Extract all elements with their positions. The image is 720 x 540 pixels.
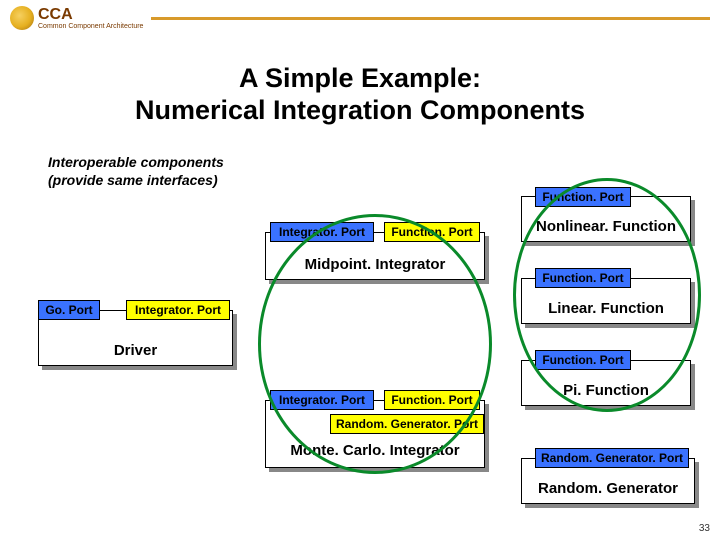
page-title: A Simple Example: Numerical Integration …: [0, 62, 720, 127]
port-integrator-montecarlo: Integrator. Port: [270, 390, 374, 410]
title-line-1: A Simple Example:: [0, 62, 720, 94]
intro-line-1: Interoperable components: [48, 153, 224, 171]
page-number: 33: [699, 523, 710, 534]
port-function-montecarlo: Function. Port: [384, 390, 480, 410]
port-function-nonlinear: Function. Port: [535, 187, 631, 207]
cca-logo-icon: [10, 6, 34, 30]
title-line-2: Numerical Integration Components: [0, 94, 720, 126]
component-nonlinear-label: Nonlinear. Function: [536, 218, 676, 235]
component-midpoint-label: Midpoint. Integrator: [305, 256, 446, 273]
port-integrator-driver: Integrator. Port: [126, 300, 230, 320]
intro-line-2: (provide same interfaces): [48, 171, 224, 189]
port-function-midpoint: Function. Port: [384, 222, 480, 242]
port-integrator-midpoint: Integrator. Port: [270, 222, 374, 242]
brand-text: CCA Common Component Architecture: [38, 7, 143, 30]
brand-acronym: CCA: [38, 7, 143, 23]
header-bar: CCA Common Component Architecture: [0, 0, 720, 32]
component-randomgen-label: Random. Generator: [538, 480, 678, 497]
port-randomgen-provide: Random. Generator. Port: [535, 448, 689, 468]
component-driver-label: Driver: [114, 342, 157, 359]
brand-subtitle: Common Component Architecture: [38, 23, 143, 30]
component-montecarlo: Monte. Carlo. Integrator: [265, 400, 485, 468]
port-function-linear: Function. Port: [535, 268, 631, 288]
component-linear-label: Linear. Function: [548, 300, 664, 317]
component-montecarlo-label: Monte. Carlo. Integrator: [290, 442, 459, 459]
port-randomgen-montecarlo: Random. Generator. Port: [330, 414, 484, 434]
header-rule: [151, 17, 710, 20]
intro-text: Interoperable components (provide same i…: [48, 153, 224, 189]
port-function-pi: Function. Port: [535, 350, 631, 370]
component-pi-label: Pi. Function: [563, 382, 649, 399]
port-go: Go. Port: [38, 300, 100, 320]
